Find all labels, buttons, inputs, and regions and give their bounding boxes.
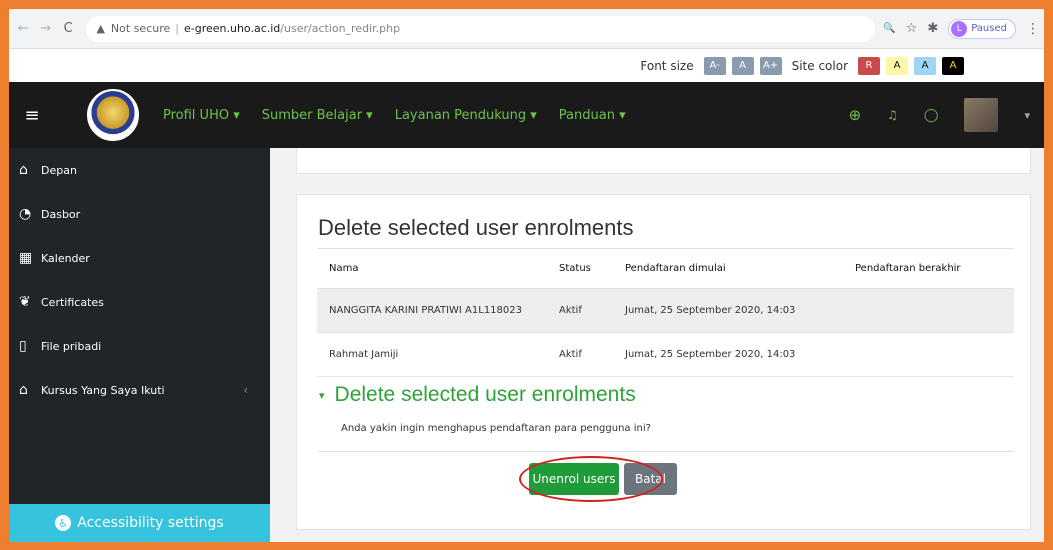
sidebar-item-dasbor[interactable]: ◔ Dasbor — [9, 192, 270, 236]
calendar-icon: ▦ — [19, 250, 33, 266]
sidebar-item-label: Certificates — [41, 295, 104, 309]
sidebar-item-label: Kalender — [41, 251, 90, 265]
color-black-button[interactable]: A — [942, 56, 964, 75]
col-start: Pendaftaran dimulai — [625, 248, 855, 289]
cell-nama: NANGGITA KARINI PRATIWI A1L118023 — [317, 288, 559, 333]
sidebar-item-label: File pribadi — [41, 339, 102, 353]
previous-card — [296, 148, 1031, 174]
extensions-icon[interactable]: ✱ — [927, 21, 938, 36]
file-icon: ▯ — [19, 338, 27, 354]
accessibility-settings-label: Accessibility settings — [77, 515, 224, 531]
cell-start: Jumat, 25 September 2020, 14:03 — [625, 288, 855, 333]
certificate-icon: ❦ — [19, 294, 31, 310]
menu-layanan-pendukung[interactable]: Layanan Pendukung ▾ — [395, 108, 537, 123]
sidebar-item-label: Dasbor — [41, 207, 81, 221]
security-label: Not secure — [110, 22, 171, 35]
home-icon: ⌂ — [19, 162, 28, 178]
cell-end — [855, 332, 1014, 377]
chevron-left-icon[interactable]: ‹ — [243, 383, 248, 397]
table-row: Rahmat Jamiji Aktif Jumat, 25 September … — [317, 332, 1014, 377]
col-nama: Nama — [317, 248, 559, 289]
globe-icon[interactable]: ⊕ — [849, 106, 862, 124]
cell-nama: Rahmat Jamiji — [317, 332, 559, 377]
enrolment-card: Delete selected user enrolments Nama Sta… — [296, 194, 1031, 530]
font-decrease-button[interactable]: A- — [703, 56, 726, 75]
bell-icon[interactable]: ♫ — [887, 108, 898, 122]
font-reset-button[interactable]: A — [731, 56, 754, 75]
dashboard-icon: ◔ — [19, 206, 32, 222]
menu-sumber-belajar[interactable]: Sumber Belajar ▾ — [262, 108, 373, 123]
font-size-label: Font size — [640, 58, 694, 73]
section-title: Delete selected user enrolments — [334, 383, 636, 406]
accessibility-icon: ♿ — [55, 515, 72, 531]
user-menu-caret-icon[interactable]: ▾ — [1024, 109, 1030, 122]
url-path: /user/action_redir.php — [280, 22, 401, 35]
profile-paused-button[interactable]: L Paused — [948, 18, 1016, 39]
table-row: NANGGITA KARINI PRATIWI A1L118023 Aktif … — [317, 288, 1014, 333]
sidebar-item-kursus[interactable]: ⌂ Kursus Yang Saya Ikuti ‹ — [9, 368, 270, 412]
main-region: Delete selected user enrolments Nama Sta… — [270, 148, 1044, 542]
table-header-row: Nama Status Pendaftaran dimulai Pendafta… — [317, 248, 1014, 289]
paused-label: Paused — [971, 23, 1007, 34]
hamburger-icon[interactable]: ≡ — [9, 105, 55, 126]
site-navbar: ≡ Profil UHO ▾ Sumber Belajar ▾ Layanan … — [9, 82, 1044, 148]
confirm-message: Anda yakin ingin menghapus pendaftaran p… — [341, 423, 651, 434]
star-icon[interactable]: ☆ — [906, 21, 918, 36]
color-yellow-button[interactable]: A — [886, 56, 908, 75]
divider — [317, 451, 1014, 452]
profile-avatar-icon: L — [951, 20, 968, 37]
screen: ← → C ▲ Not secure | e-green.uho.ac.id /… — [9, 9, 1044, 542]
zoom-icon[interactable]: 🔍 — [883, 23, 895, 34]
page-title: Delete selected user enrolments — [318, 215, 634, 240]
cell-start: Jumat, 25 September 2020, 14:03 — [625, 332, 855, 377]
sidebar-item-certificates[interactable]: ❦ Certificates — [9, 280, 270, 324]
sidebar-item-label: Depan — [41, 163, 77, 177]
uho-logo[interactable] — [87, 89, 139, 141]
accessibility-toolbar: Font size A- A A+ Site color R A A A — [9, 49, 1044, 82]
user-avatar[interactable] — [964, 98, 999, 132]
url-host: e-green.uho.ac.id — [183, 22, 281, 35]
enrolment-table: Nama Status Pendaftaran dimulai Pendafta… — [317, 248, 1014, 377]
confirm-section-header[interactable]: ▾ Delete selected user enrolments — [319, 383, 636, 407]
cell-status: Aktif — [559, 332, 625, 377]
url-separator: | — [175, 22, 179, 35]
sidebar-item-depan[interactable]: ⌂ Depan — [9, 148, 270, 192]
accessibility-settings-button[interactable]: ♿ Accessibility settings — [9, 504, 270, 542]
address-bar[interactable]: ▲ Not secure | e-green.uho.ac.id /user/a… — [86, 15, 876, 42]
reload-icon[interactable]: C — [60, 21, 76, 36]
sidebar-item-label: Kursus Yang Saya Ikuti — [41, 383, 165, 397]
graduation-cap-icon: ⌂ — [19, 382, 28, 398]
collapse-toggle-icon[interactable]: ▾ — [319, 389, 325, 402]
cancel-button[interactable]: Batal — [624, 463, 677, 495]
color-blue-button[interactable]: A — [914, 56, 936, 75]
browser-toolbar: ← → C ▲ Not secure | e-green.uho.ac.id /… — [9, 9, 1044, 49]
main-menu: Profil UHO ▾ Sumber Belajar ▾ Layanan Pe… — [163, 108, 626, 123]
chat-icon[interactable]: ◯ — [924, 108, 939, 123]
warning-icon: ▲ — [96, 22, 105, 35]
sidebar-item-file-pribadi[interactable]: ▯ File pribadi — [9, 324, 270, 368]
sidebar: ⌂ Depan ◔ Dasbor ▦ Kalender ❦ Certificat… — [9, 148, 270, 542]
back-icon[interactable]: ← — [15, 21, 31, 36]
unenrol-users-button[interactable]: Unenrol users — [529, 463, 619, 495]
cell-status: Aktif — [559, 288, 625, 333]
cell-end — [855, 288, 1014, 333]
forward-icon[interactable]: → — [37, 21, 53, 36]
menu-profil-uho[interactable]: Profil UHO ▾ — [163, 108, 240, 123]
col-end: Pendaftaran berakhir — [855, 248, 1014, 289]
sidebar-item-kalender[interactable]: ▦ Kalender — [9, 236, 270, 280]
menu-panduan[interactable]: Panduan ▾ — [559, 108, 626, 123]
font-increase-button[interactable]: A+ — [759, 56, 782, 75]
browser-menu-icon[interactable]: ⋮ — [1026, 21, 1040, 37]
site-color-label: Site color — [791, 58, 848, 73]
color-reset-button[interactable]: R — [858, 56, 880, 75]
col-status: Status — [559, 248, 625, 289]
